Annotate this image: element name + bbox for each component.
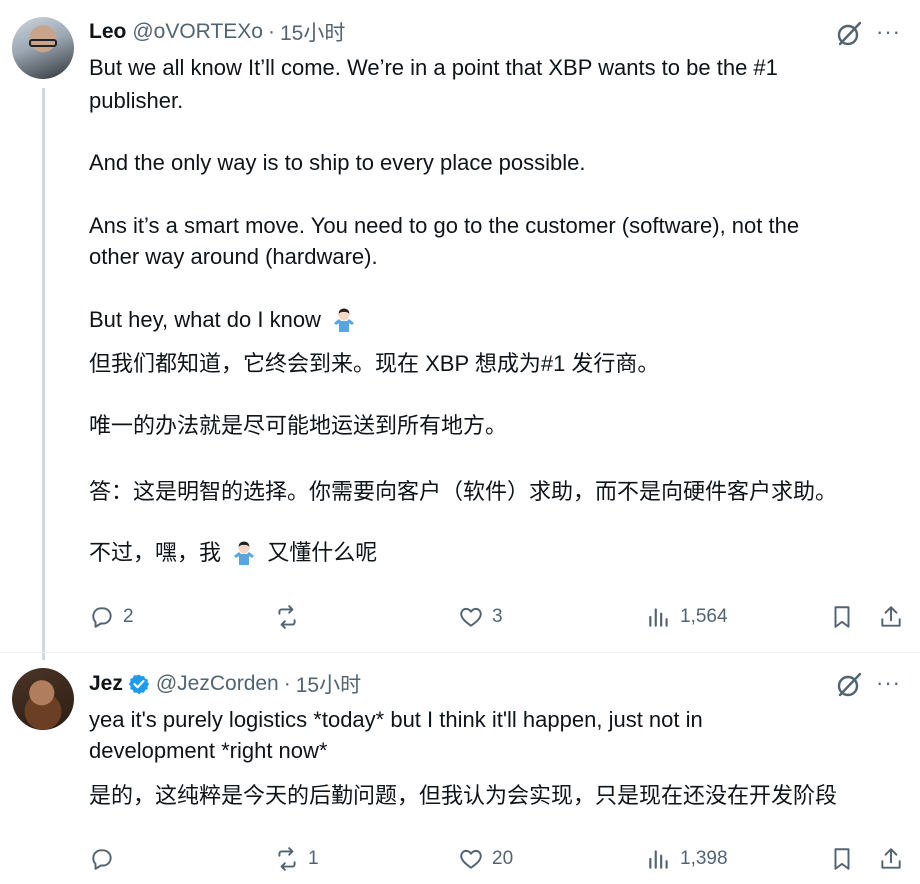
- more-icon[interactable]: ···: [876, 672, 902, 694]
- share-button[interactable]: [878, 846, 904, 872]
- verified-badge-icon: [128, 674, 150, 695]
- bookmark-icon: [834, 848, 850, 870]
- grok-icon[interactable]: [835, 671, 863, 699]
- views-button[interactable]: 1,398: [646, 846, 728, 872]
- like-count: 20: [492, 848, 514, 869]
- display-name[interactable]: Jez: [89, 672, 123, 696]
- repost-icon: [278, 847, 296, 871]
- tweet-text-line: yea it's purely logistics *today* but I …: [89, 707, 703, 732]
- repost-count: 1: [308, 848, 319, 869]
- like-button[interactable]: 20: [458, 846, 513, 872]
- like-icon: [460, 849, 482, 869]
- bookmark-button[interactable]: [829, 846, 855, 872]
- tweet-text-line: 是的，这纯粹是今天的后勤问题，但我认为会实现，只是现在还没在开发阶段: [89, 783, 838, 808]
- repost-button[interactable]: 1: [274, 846, 319, 872]
- views-icon: [649, 850, 668, 869]
- tweet-jez[interactable]: Jez @JezCorden · 15小时 ··· yea it's purel…: [0, 0, 920, 884]
- tweet-text-line: development *right now*: [89, 738, 328, 763]
- user-handle[interactable]: @JezCorden: [156, 672, 279, 696]
- view-count: 1,398: [680, 848, 728, 869]
- timestamp[interactable]: 15小时: [296, 669, 361, 699]
- reply-button[interactable]: [89, 846, 123, 872]
- share-icon: [881, 848, 901, 869]
- avatar[interactable]: [12, 668, 74, 730]
- separator-dot: ·: [283, 672, 291, 695]
- tweet-header: Jez @JezCorden · 15小时: [89, 669, 361, 699]
- reply-icon: [92, 849, 112, 870]
